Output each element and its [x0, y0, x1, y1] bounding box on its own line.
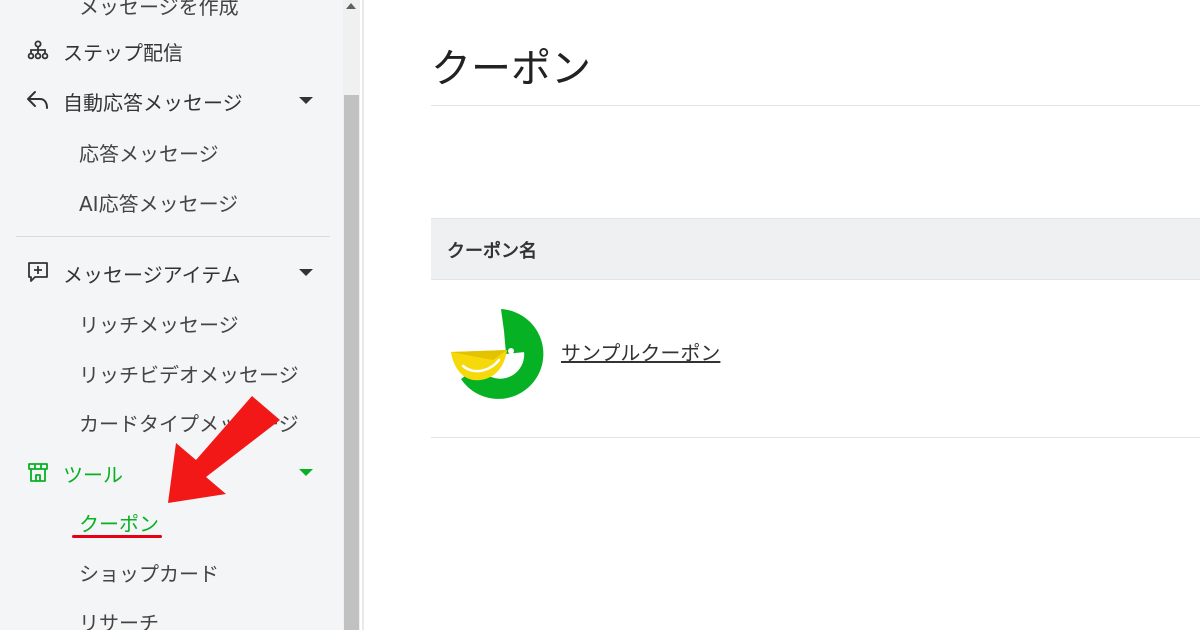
store-icon: [26, 460, 50, 484]
chevron-down-icon[interactable]: [299, 269, 313, 276]
message-plus-icon: [26, 260, 50, 284]
sidebar-item-rich-message[interactable]: リッチメッセージ: [0, 300, 343, 344]
sidebar-item-label: 応答メッセージ: [79, 142, 219, 166]
reply-icon: [26, 88, 50, 112]
coupon-thumbnail[interactable]: [449, 304, 549, 404]
hierarchy-icon: [26, 38, 50, 62]
scrollbar-thumb[interactable]: [344, 95, 359, 630]
sidebar-item-shop-card[interactable]: ショップカード: [0, 549, 343, 593]
sidebar-item-label: ツール: [63, 463, 123, 487]
sidebar-scrollbar[interactable]: [343, 0, 360, 630]
scroll-up-arrow-icon[interactable]: [346, 3, 356, 9]
table-row: サンプルクーポン: [431, 280, 1200, 438]
sidebar-item-reply-message[interactable]: 応答メッセージ: [0, 129, 343, 173]
column-header-coupon-name: クーポン名: [447, 241, 537, 262]
sidebar-item-label: 自動応答メッセージ: [63, 91, 243, 115]
sidebar-item-label: AI応答メッセージ: [79, 192, 239, 216]
sidebar-item-label: ステップ配信: [63, 41, 183, 65]
sidebar-item-research[interactable]: リサーチ: [0, 598, 343, 630]
active-item-underline: [72, 535, 162, 538]
sidebar-item-compose-message[interactable]: メッセージを作成: [0, 0, 343, 26]
sidebar-item-ai-reply-message[interactable]: AI応答メッセージ: [0, 179, 343, 223]
sidebar-item-label: リサーチ: [79, 611, 159, 630]
sidebar-item-step-delivery[interactable]: ステップ配信: [0, 28, 343, 72]
sidebar-item-message-items[interactable]: メッセージアイテム: [0, 250, 343, 294]
panel-divider: [362, 0, 364, 630]
sidebar: メッセージを作成 ステップ配信 自動応答メッセージ 応答メッセージ AI応答メッ…: [0, 0, 343, 630]
sidebar-item-label: リッチメッセージ: [79, 313, 239, 337]
title-divider: [431, 105, 1200, 106]
sidebar-item-card-type-message[interactable]: カードタイプメッセージ: [0, 399, 343, 443]
sidebar-item-label: リッチビデオメッセージ: [79, 363, 299, 387]
sidebar-item-label: メッセージアイテム: [63, 263, 241, 287]
coupon-name-link[interactable]: サンプルクーポン: [561, 337, 720, 366]
page-title: クーポン: [431, 46, 591, 92]
sidebar-item-auto-reply[interactable]: 自動応答メッセージ: [0, 78, 343, 122]
sidebar-item-coupon[interactable]: クーポン: [0, 499, 343, 543]
sidebar-item-tools[interactable]: ツール: [0, 450, 343, 494]
sidebar-item-label: カードタイプメッセージ: [79, 412, 299, 436]
sidebar-divider: [16, 236, 330, 237]
sidebar-item-label: メッセージを作成: [79, 0, 239, 19]
table-header: クーポン名: [431, 218, 1200, 280]
sidebar-item-label: クーポン: [79, 512, 159, 536]
chevron-down-icon[interactable]: [299, 97, 313, 104]
sidebar-item-rich-video-message[interactable]: リッチビデオメッセージ: [0, 350, 343, 394]
chevron-down-icon[interactable]: [299, 469, 313, 476]
sidebar-item-label: ショップカード: [79, 562, 219, 586]
